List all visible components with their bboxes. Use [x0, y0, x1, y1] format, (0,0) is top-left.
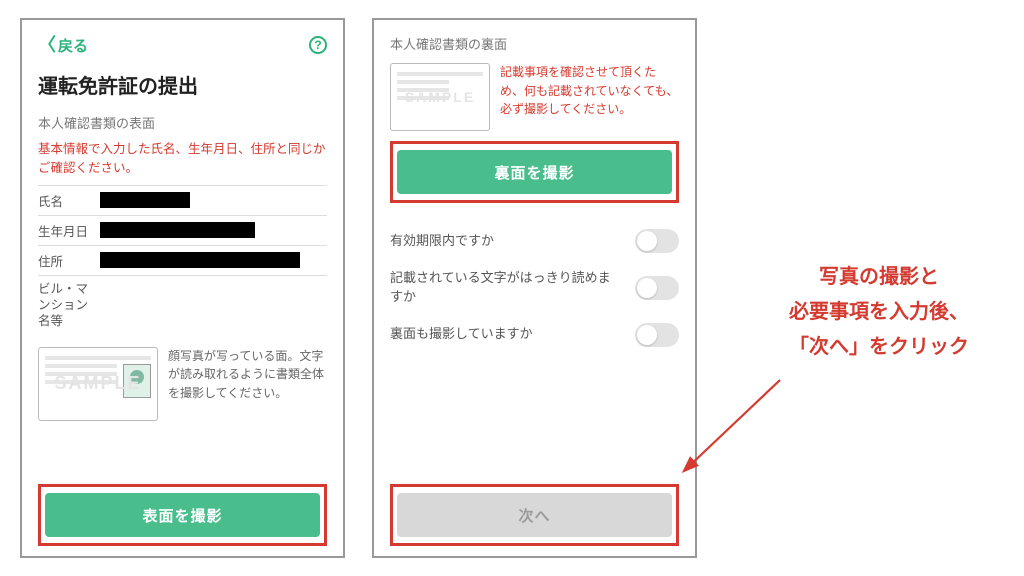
- building-label: ビル・マンション名等: [38, 281, 100, 330]
- info-row-name: 氏名: [38, 185, 327, 215]
- check-label-valid: 有効期限内ですか: [390, 232, 494, 251]
- phone-screen-back: 本人確認書類の裏面 SAMPLE 記載事項を確認させて頂くため、何も記載されてい…: [372, 18, 697, 558]
- front-red-note: 基本情報で入力した氏名、生年月日、住所と同じかご確認ください。: [38, 140, 327, 179]
- annotation-text: 写真の撮影と必要事項を入力後、「次へ」をクリック: [754, 260, 1004, 365]
- sample-watermark-back: SAMPLE: [391, 64, 489, 130]
- nav-row: 〈 戻る ?: [38, 34, 327, 56]
- back-label: 戻る: [58, 35, 88, 56]
- chevron-left-icon: 〈: [38, 36, 56, 54]
- front-sample-card: SAMPLE: [38, 347, 158, 421]
- sample-watermark: SAMPLE: [39, 348, 157, 420]
- capture-front-button[interactable]: 表面を撮影: [45, 493, 320, 537]
- check-label-readable: 記載されている文字がはっきり読めますか: [390, 269, 623, 307]
- section-label-back: 本人確認書類の裏面: [390, 34, 679, 53]
- toggle-readable[interactable]: [635, 276, 679, 300]
- check-label-back-captured: 裏面も撮影していますか: [390, 325, 533, 344]
- back-button[interactable]: 〈 戻る: [38, 35, 88, 56]
- front-sample-text: 顔写真が写っている面。文字が読み取れるように書類全体を撮影してください。: [168, 347, 327, 421]
- check-row-valid: 有効期限内ですか: [390, 221, 679, 261]
- front-button-highlight: 表面を撮影: [38, 484, 327, 546]
- annotation-arrow-icon: [670, 380, 790, 505]
- next-button-highlight: 次へ: [390, 484, 679, 546]
- back-button-highlight: 裏面を撮影: [390, 141, 679, 203]
- capture-back-button[interactable]: 裏面を撮影: [397, 150, 672, 194]
- check-row-back-captured: 裏面も撮影していますか: [390, 315, 679, 355]
- section-label-front: 本人確認書類の表面: [38, 113, 327, 132]
- page-title: 運転免許証の提出: [38, 70, 327, 99]
- address-label: 住所: [38, 251, 100, 270]
- info-row-dob: 生年月日: [38, 215, 327, 245]
- check-row-readable: 記載されている文字がはっきり読めますか: [390, 261, 679, 315]
- back-sample-text: 記載事項を確認させて頂くため、何も記載されていなくても、必ず撮影してください。: [500, 63, 679, 131]
- front-sample-row: SAMPLE 顔写真が写っている面。文字が読み取れるように書類全体を撮影してくだ…: [38, 347, 327, 421]
- back-sample-card: SAMPLE: [390, 63, 490, 131]
- back-sample-row: SAMPLE 記載事項を確認させて頂くため、何も記載されていなくても、必ず撮影し…: [390, 63, 679, 131]
- toggle-back-captured[interactable]: [635, 323, 679, 347]
- redacted-name: [100, 192, 190, 208]
- dob-label: 生年月日: [38, 221, 100, 240]
- redacted-address: [100, 252, 300, 268]
- name-label: 氏名: [38, 191, 100, 210]
- info-row-building: ビル・マンション名等: [38, 275, 327, 335]
- help-icon[interactable]: ?: [309, 36, 327, 54]
- redacted-dob: [100, 222, 255, 238]
- next-button[interactable]: 次へ: [397, 493, 672, 537]
- info-row-address: 住所: [38, 245, 327, 275]
- toggle-valid[interactable]: [635, 229, 679, 253]
- phone-screen-front: 〈 戻る ? 運転免許証の提出 本人確認書類の表面 基本情報で入力した氏名、生年…: [20, 18, 345, 558]
